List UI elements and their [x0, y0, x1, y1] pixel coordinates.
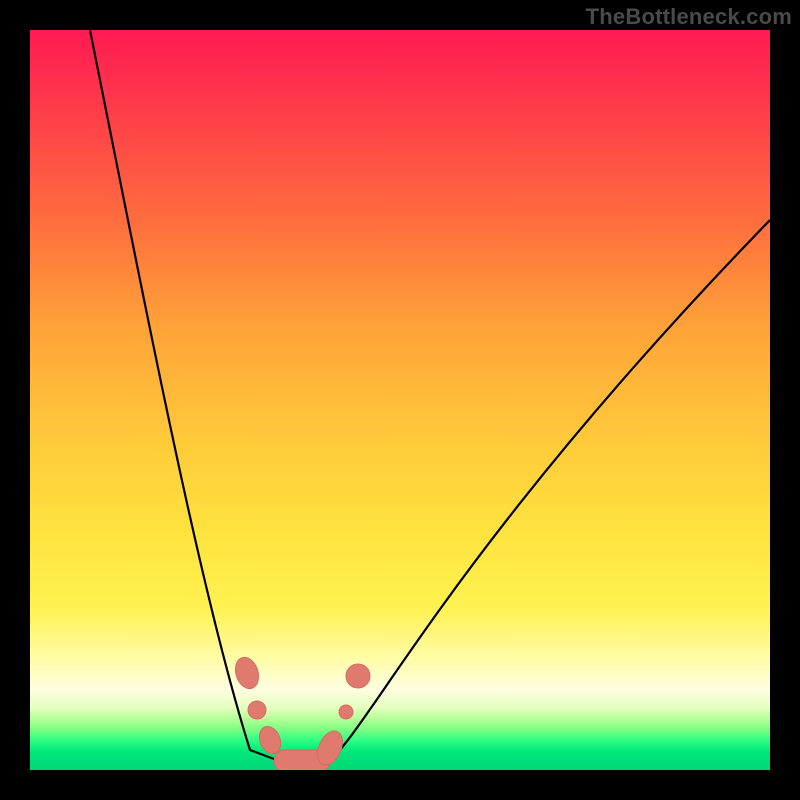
marker-1 — [248, 701, 266, 719]
marker-0 — [232, 654, 263, 691]
watermark-text: TheBottleneck.com — [586, 4, 792, 30]
curve-left-branch — [90, 30, 290, 765]
valley-markers — [232, 654, 370, 770]
marker-5 — [339, 705, 353, 719]
curve-right-branch — [325, 220, 770, 765]
curves-svg — [30, 30, 770, 770]
chart-frame: TheBottleneck.com — [0, 0, 800, 800]
marker-6 — [346, 664, 370, 688]
plot-area — [30, 30, 770, 770]
